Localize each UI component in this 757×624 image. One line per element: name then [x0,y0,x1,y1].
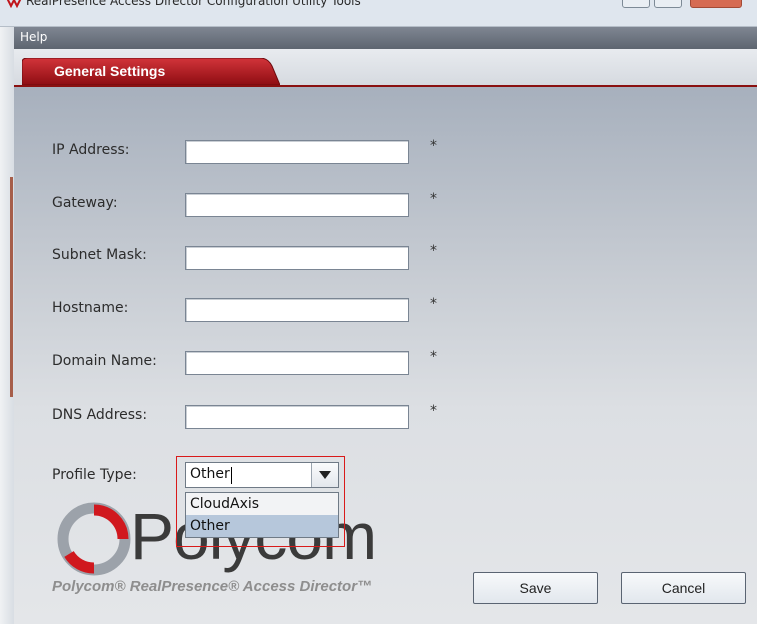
dropdown-arrow-button[interactable] [311,463,338,487]
product-tagline: Polycom® RealPresence® Access Director™ [52,578,373,595]
ip-address-required-marker: * [430,138,437,154]
gateway-input[interactable] [185,193,409,217]
window-title-bar: RealPresence Access Director Configurati… [0,0,757,27]
option-other[interactable]: Other [186,515,338,537]
tab-general-settings[interactable]: General Settings [22,58,280,85]
maximize-button[interactable] [654,0,682,8]
gateway-label: Gateway: [52,195,118,211]
ip-address-input[interactable] [185,140,409,164]
hostname-input[interactable] [185,298,409,322]
menu-help[interactable]: Help [20,30,47,44]
window-left-border [0,27,15,624]
hostname-required-marker: * [430,296,437,312]
left-accent [10,177,13,397]
minimize-button[interactable] [622,0,650,8]
profile-type-select[interactable]: Other [185,462,339,488]
gateway-required-marker: * [430,191,437,207]
window-title: RealPresence Access Director Configurati… [26,0,361,8]
save-button[interactable]: Save [473,572,598,604]
tab-strip: General Settings [14,49,757,87]
domain-name-required-marker: * [430,349,437,365]
dns-address-input[interactable] [185,405,409,429]
ip-address-label: IP Address: [52,142,130,158]
chevron-down-icon [319,471,331,479]
profile-type-value: Other [190,466,230,482]
polycom-logo-icon [57,502,131,576]
profile-type-options: CloudAxis Other [185,492,339,538]
close-button[interactable] [690,0,742,8]
hostname-label: Hostname: [52,300,129,316]
menu-bar: Help [14,27,757,49]
tab-label: General Settings [54,63,166,79]
subnet-mask-required-marker: * [430,243,437,259]
dns-address-label: DNS Address: [52,407,148,423]
app-logo-icon [6,0,22,8]
subnet-mask-label: Subnet Mask: [52,247,147,263]
text-cursor [231,467,232,484]
subnet-mask-input[interactable] [185,246,409,270]
profile-type-label: Profile Type: [52,467,137,483]
cancel-button[interactable]: Cancel [621,572,746,604]
domain-name-input[interactable] [185,351,409,375]
option-cloudaxis[interactable]: CloudAxis [186,493,338,515]
dns-address-required-marker: * [430,403,437,419]
domain-name-label: Domain Name: [52,353,157,369]
